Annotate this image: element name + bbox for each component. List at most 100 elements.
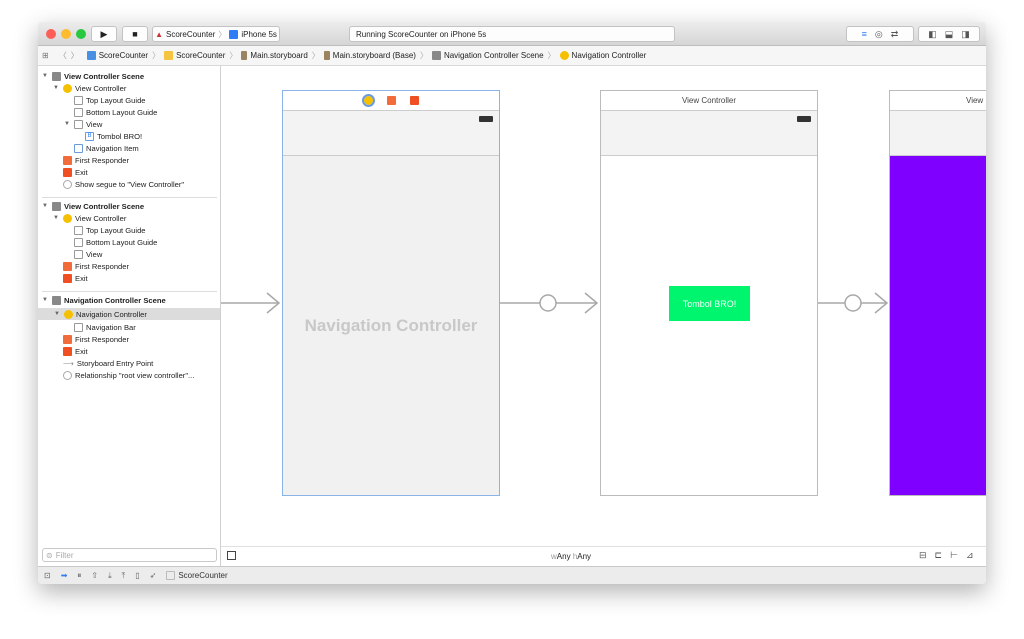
- view-controller-scene-2[interactable]: View: [889, 90, 986, 496]
- outline-scene-2[interactable]: ▼ View Controller Scene: [42, 200, 144, 212]
- exit-icon[interactable]: [409, 96, 419, 105]
- storyboard-icon: [323, 51, 330, 60]
- outline-item-selected[interactable]: ▼ Navigation Controller: [38, 308, 220, 320]
- pin-icon[interactable]: ⊢: [950, 550, 958, 561]
- nav-controller-icon: [64, 309, 73, 319]
- crumb-project[interactable]: ScoreCounter: [86, 51, 148, 60]
- back-button[interactable]: 〈: [59, 50, 67, 61]
- document-outline: ▼ View Controller Scene ▼ View Controller …: [38, 66, 221, 566]
- outline-item[interactable]: Relationship "root view controller"...: [63, 369, 194, 381]
- outline-item[interactable]: First Responder: [63, 154, 129, 166]
- navigator-toggle-icon[interactable]: ◧: [928, 29, 937, 40]
- outline-item[interactable]: Navigation Bar: [74, 321, 136, 333]
- outline-item[interactable]: ⟶ Storyboard Entry Point: [63, 357, 153, 369]
- exit-icon: [63, 167, 72, 177]
- outline-toggle-icon[interactable]: [227, 551, 236, 560]
- outline-item[interactable]: ▼ View Controller: [53, 212, 126, 224]
- relationship-segue-icon: [539, 294, 557, 312]
- first-responder-icon: [63, 155, 72, 165]
- scene-dock: [283, 91, 499, 111]
- app-icon: [166, 571, 176, 580]
- run-button[interactable]: ▶: [91, 26, 117, 42]
- nav-controller-icon: [559, 51, 569, 60]
- resolve-icon[interactable]: ⊿: [966, 550, 974, 561]
- crumb-storyboard[interactable]: Main.storyboard: [241, 51, 308, 60]
- battery-icon: [797, 116, 811, 122]
- scene-dock: View: [890, 91, 986, 111]
- zoom-button[interactable]: [76, 29, 86, 39]
- step-out-icon[interactable]: ⤒: [122, 571, 126, 581]
- crumb-folder[interactable]: ScoreCounter: [164, 51, 225, 60]
- breakpoints-icon[interactable]: ➡: [61, 571, 68, 580]
- relationship-icon: [63, 370, 72, 380]
- align-icon[interactable]: ⊏: [935, 550, 943, 561]
- filter-input[interactable]: ⊜ Filter: [42, 548, 217, 562]
- layout-guide-icon: [74, 107, 83, 117]
- version-editor-icon[interactable]: ⇄: [891, 29, 899, 40]
- navigation-bar[interactable]: [283, 111, 499, 156]
- outline-item[interactable]: Exit: [63, 272, 88, 284]
- scene-icon: [52, 295, 61, 305]
- storyboard-canvas[interactable]: Navigation Controller View Controller To…: [221, 66, 986, 546]
- scheme-selector[interactable]: ▲ ScoreCounter 〉 iPhone 5s: [152, 26, 280, 42]
- tombol-bro-button[interactable]: Tombol BRO!: [669, 286, 750, 321]
- outline-item[interactable]: Navigation Item: [74, 142, 139, 154]
- view-controller-scene[interactable]: View Controller Tombol BRO!: [600, 90, 818, 496]
- activity-status: Running ScoreCounter on iPhone 5s: [349, 26, 675, 42]
- pause-icon[interactable]: ⏸: [77, 571, 81, 581]
- outline-item[interactable]: Bottom Layout Guide: [74, 236, 157, 248]
- outline-item[interactable]: Show segue to "View Controller": [63, 178, 184, 190]
- outline-item[interactable]: Top Layout Guide: [74, 224, 146, 236]
- outline-item[interactable]: ▼ View Controller: [53, 82, 126, 94]
- view-debugger-icon[interactable]: ▯: [135, 571, 139, 580]
- crumb-scene[interactable]: Navigation Controller Scene: [431, 51, 544, 60]
- outline-item[interactable]: First Responder: [63, 333, 129, 345]
- button-icon: B: [85, 131, 94, 141]
- layout-guide-icon: [74, 225, 83, 235]
- assistant-editor-icon[interactable]: ◎: [875, 29, 883, 40]
- segue-icon: [63, 179, 72, 189]
- stop-button[interactable]: ■: [122, 26, 148, 42]
- location-icon[interactable]: ➶: [150, 571, 157, 580]
- scene-icon: [52, 201, 61, 211]
- outline-item[interactable]: Exit: [63, 166, 88, 178]
- editor-mode-controls[interactable]: ≡ ◎ ⇄: [846, 26, 914, 42]
- step-over-icon[interactable]: ⇧: [91, 571, 98, 580]
- outline-item[interactable]: B Tombol BRO!: [85, 130, 142, 142]
- close-button[interactable]: [46, 29, 56, 39]
- outline-item[interactable]: Exit: [63, 345, 88, 357]
- outline-item[interactable]: First Responder: [63, 260, 129, 272]
- utilities-toggle-icon[interactable]: ◨: [961, 29, 970, 40]
- outline-item[interactable]: ▼ View: [64, 118, 102, 130]
- navigation-bar[interactable]: [601, 111, 817, 156]
- outline-scene-3[interactable]: ▼ Navigation Controller Scene: [42, 294, 166, 306]
- debug-toggle-icon[interactable]: ⬓: [945, 29, 954, 40]
- first-responder-icon[interactable]: [386, 96, 396, 105]
- outline-item[interactable]: View: [74, 248, 102, 260]
- nav-controller-icon[interactable]: [361, 94, 375, 107]
- scene-dock: View Controller: [601, 91, 817, 111]
- view-controls[interactable]: ◧ ⬓ ◨: [918, 26, 980, 42]
- navigation-controller-scene[interactable]: Navigation Controller: [282, 90, 500, 496]
- minimize-button[interactable]: [61, 29, 71, 39]
- related-items-icon[interactable]: ⊞: [42, 51, 49, 60]
- standard-editor-icon[interactable]: ≡: [862, 29, 867, 39]
- step-into-icon[interactable]: ⤓: [108, 571, 112, 581]
- project-icon: [86, 51, 96, 60]
- outline-item[interactable]: Top Layout Guide: [74, 94, 146, 106]
- debug-target[interactable]: ScoreCounter: [166, 571, 228, 580]
- stack-icon[interactable]: ⊟: [919, 550, 927, 561]
- scene-icon: [431, 51, 441, 60]
- size-class-control[interactable]: wAny hAny: [551, 552, 591, 561]
- layout-guide-icon: [74, 237, 83, 247]
- outline-item[interactable]: Bottom Layout Guide: [74, 106, 157, 118]
- purple-view[interactable]: [890, 156, 986, 495]
- outline-scene-1[interactable]: ▼ View Controller Scene: [42, 70, 144, 82]
- console-toggle-icon[interactable]: ⊡: [44, 571, 51, 580]
- navigation-bar-icon: [74, 322, 83, 332]
- forward-button[interactable]: 〉: [71, 50, 79, 61]
- crumb-storyboard-base[interactable]: Main.storyboard (Base): [323, 51, 416, 60]
- device-icon: [229, 29, 239, 39]
- navigation-bar[interactable]: [890, 111, 986, 156]
- crumb-nav-controller[interactable]: Navigation Controller: [559, 51, 646, 60]
